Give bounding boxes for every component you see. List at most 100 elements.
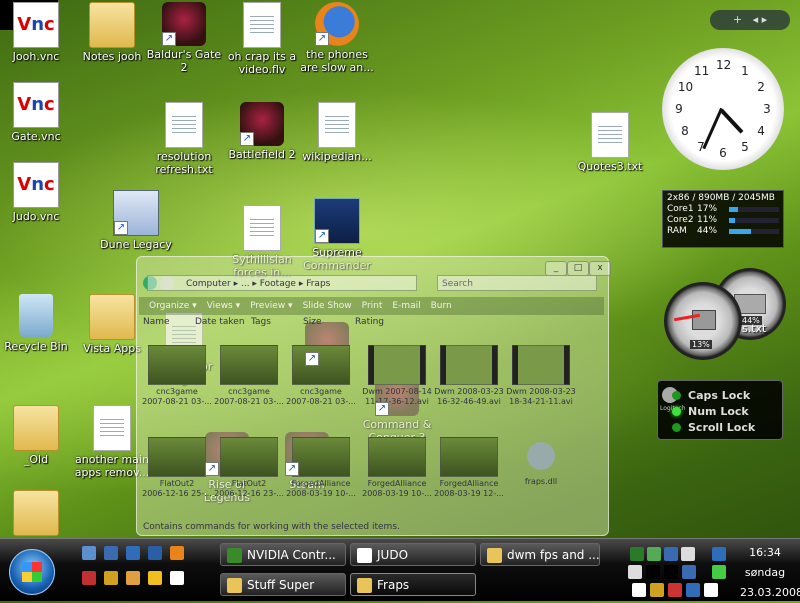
icon-battlefield-2[interactable]: Battlefield 2 [220, 102, 304, 161]
tray-icon[interactable] [628, 565, 642, 579]
tray-icon[interactable] [647, 547, 661, 561]
column-header[interactable]: Name [143, 317, 170, 327]
file-item[interactable]: cnc3game 2007-08-21 03-... [141, 345, 213, 407]
quick-launch-icon[interactable] [82, 571, 96, 585]
toolbar-button[interactable]: Print [362, 301, 383, 311]
lock-keys-gadget[interactable]: Logitech Caps Lock Num Lock Scroll Lock [657, 380, 783, 440]
explorer-window-fraps[interactable]: _ □ x Computer ▸ ... ▸ Footage ▸ Fraps S… [136, 256, 611, 536]
taskbar-button[interactable]: Fraps [350, 573, 476, 596]
tray-icon[interactable] [664, 547, 678, 561]
icon-old-folder[interactable]: _Old [0, 405, 78, 466]
caps-led-icon [672, 391, 681, 400]
folder-icon [89, 2, 135, 48]
clock-gadget[interactable]: 12 1 2 3 4 5 6 7 8 9 10 11 [662, 48, 784, 170]
quick-launch-icon[interactable] [148, 546, 162, 560]
icon-recycle-bin[interactable]: Recycle Bin [0, 294, 78, 353]
minimize-button[interactable]: _ [545, 261, 567, 276]
icon-quotes3[interactable]: Quotes3.txt [568, 112, 652, 173]
toolbar-button[interactable]: Slide Show [303, 301, 352, 311]
toolbar-button[interactable]: E-mail [392, 301, 420, 311]
file-thumbnail [148, 345, 206, 385]
icon-resolution-refresh[interactable]: resolution refresh.txt [142, 102, 226, 176]
scroll-lock-indicator: Scroll Lock [672, 421, 755, 434]
icon-label: Gate.vnc [11, 130, 61, 143]
icon-wikipedian[interactable]: wikipedian... [295, 102, 379, 163]
taskbar-button[interactable]: JUDO [350, 543, 476, 566]
tray-icon[interactable] [668, 583, 682, 597]
tray-icon[interactable] [630, 547, 644, 561]
quick-launch-icon[interactable] [104, 546, 118, 560]
file-name: FlatOut2 [159, 479, 195, 488]
icon-label: Quotes3.txt [577, 160, 643, 173]
quick-launch-icon[interactable] [82, 546, 96, 560]
gadget-prev-button[interactable]: ◂ [753, 13, 759, 26]
game-icon [162, 2, 206, 46]
num-led-icon [672, 407, 681, 416]
minute-hand [702, 107, 723, 150]
sysmon-label: Core1 [667, 204, 694, 214]
maximize-button[interactable]: □ [567, 261, 589, 276]
file-name: cnc3game [228, 387, 270, 396]
file-item[interactable]: FlatOut2 2006-12-16 25-... [141, 437, 213, 499]
file-item[interactable]: Dwm 2007-08-14 11-17-36-12.avi [361, 345, 433, 407]
quick-launch-icon[interactable] [126, 571, 140, 585]
add-gadget-button[interactable]: + [733, 13, 742, 26]
icon-bottom-folder[interactable] [0, 490, 78, 538]
cpu-gauge[interactable]: 13% [664, 282, 742, 360]
tray-icon[interactable] [704, 583, 718, 597]
toolbar-button[interactable]: Burn [431, 301, 452, 311]
column-header[interactable]: Date taken [195, 317, 245, 327]
tray-icon[interactable] [632, 583, 646, 597]
file-item[interactable]: Dwm 2008-03-23 16-32-46-49.avi [433, 345, 505, 407]
sysmon-row: Core2 11% [667, 215, 779, 226]
tray-icon[interactable] [664, 565, 678, 579]
toolbar-button[interactable]: Views ▾ [207, 301, 240, 311]
quick-launch-icon[interactable] [170, 546, 184, 560]
icon-label: wikipedian... [302, 150, 372, 163]
column-header[interactable]: Tags [251, 317, 271, 327]
icon-dune-legacy[interactable]: Dune Legacy [94, 190, 178, 251]
file-item[interactable]: ForgedAlliance 2008-03-19 12-... [433, 437, 505, 499]
address-bar[interactable]: Computer ▸ ... ▸ Footage ▸ Fraps [147, 275, 417, 291]
file-item[interactable]: cnc3game 2007-08-21 03-... [213, 345, 285, 407]
folder-icon [89, 294, 135, 340]
file-thumbnail [513, 437, 569, 475]
tray-icon[interactable] [712, 547, 726, 561]
system-monitor-gadget[interactable]: 2x86 / 890MB / 2045MB Core1 17% Core2 11%… [662, 190, 784, 248]
tray-icon[interactable] [712, 565, 726, 579]
file-item[interactable]: FlatOut2 2006-12-16 23-... [213, 437, 285, 499]
file-date: 2008-03-19 10-... [362, 489, 432, 498]
quick-launch-icon[interactable] [170, 571, 184, 585]
file-item[interactable]: ForgedAlliance 2008-03-19 10-... [361, 437, 433, 499]
tray-icon[interactable] [682, 565, 696, 579]
quick-launch-icon[interactable] [104, 571, 118, 585]
toolbar-button[interactable]: Organize ▾ [149, 301, 197, 311]
file-item[interactable]: Dwm 2008-03-23 18-34-21-11.avi [505, 345, 577, 407]
icon-the-phones[interactable]: the phones are slow an... [295, 2, 379, 74]
taskbar-button[interactable]: NVIDIA Contr... [220, 543, 346, 566]
icon-jooh-vnc[interactable]: Vnc Jooh.vnc [0, 2, 78, 63]
file-item[interactable]: cnc3game 2007-08-21 03-... [285, 345, 357, 407]
tray-icon[interactable] [681, 547, 695, 561]
toolbar-button[interactable]: Preview ▾ [250, 301, 292, 311]
tray-clock[interactable]: 16:34 søndag 23.03.2008 [740, 543, 800, 603]
quick-launch-icon[interactable] [148, 571, 162, 585]
taskbar-button[interactable]: Stuff Super [220, 573, 346, 596]
icon-gate-vnc[interactable]: Vnc Gate.vnc [0, 82, 78, 143]
icon-oh-crap-video[interactable]: oh crap its a video.flv [220, 2, 304, 76]
search-input[interactable]: Search [437, 275, 597, 291]
tray-icon[interactable] [686, 583, 700, 597]
file-date: 2008-03-19 10-... [286, 489, 356, 498]
gadget-next-button[interactable]: ▸ [762, 13, 768, 26]
start-button[interactable] [9, 549, 55, 595]
close-button[interactable]: x [589, 261, 611, 276]
file-item[interactable]: fraps.dll [505, 437, 577, 487]
column-header[interactable]: Rating [355, 317, 384, 327]
quick-launch-icon[interactable] [126, 546, 140, 560]
column-header[interactable]: Size [303, 317, 321, 327]
icon-judo-vnc[interactable]: Vnc Judo.vnc [0, 162, 78, 223]
tray-icon[interactable] [646, 565, 660, 579]
tray-icon[interactable] [650, 583, 664, 597]
icon-baldurs-gate-2[interactable]: Baldur's Gate 2 [142, 2, 226, 74]
taskbar-button[interactable]: dwm fps and ... [480, 543, 600, 566]
